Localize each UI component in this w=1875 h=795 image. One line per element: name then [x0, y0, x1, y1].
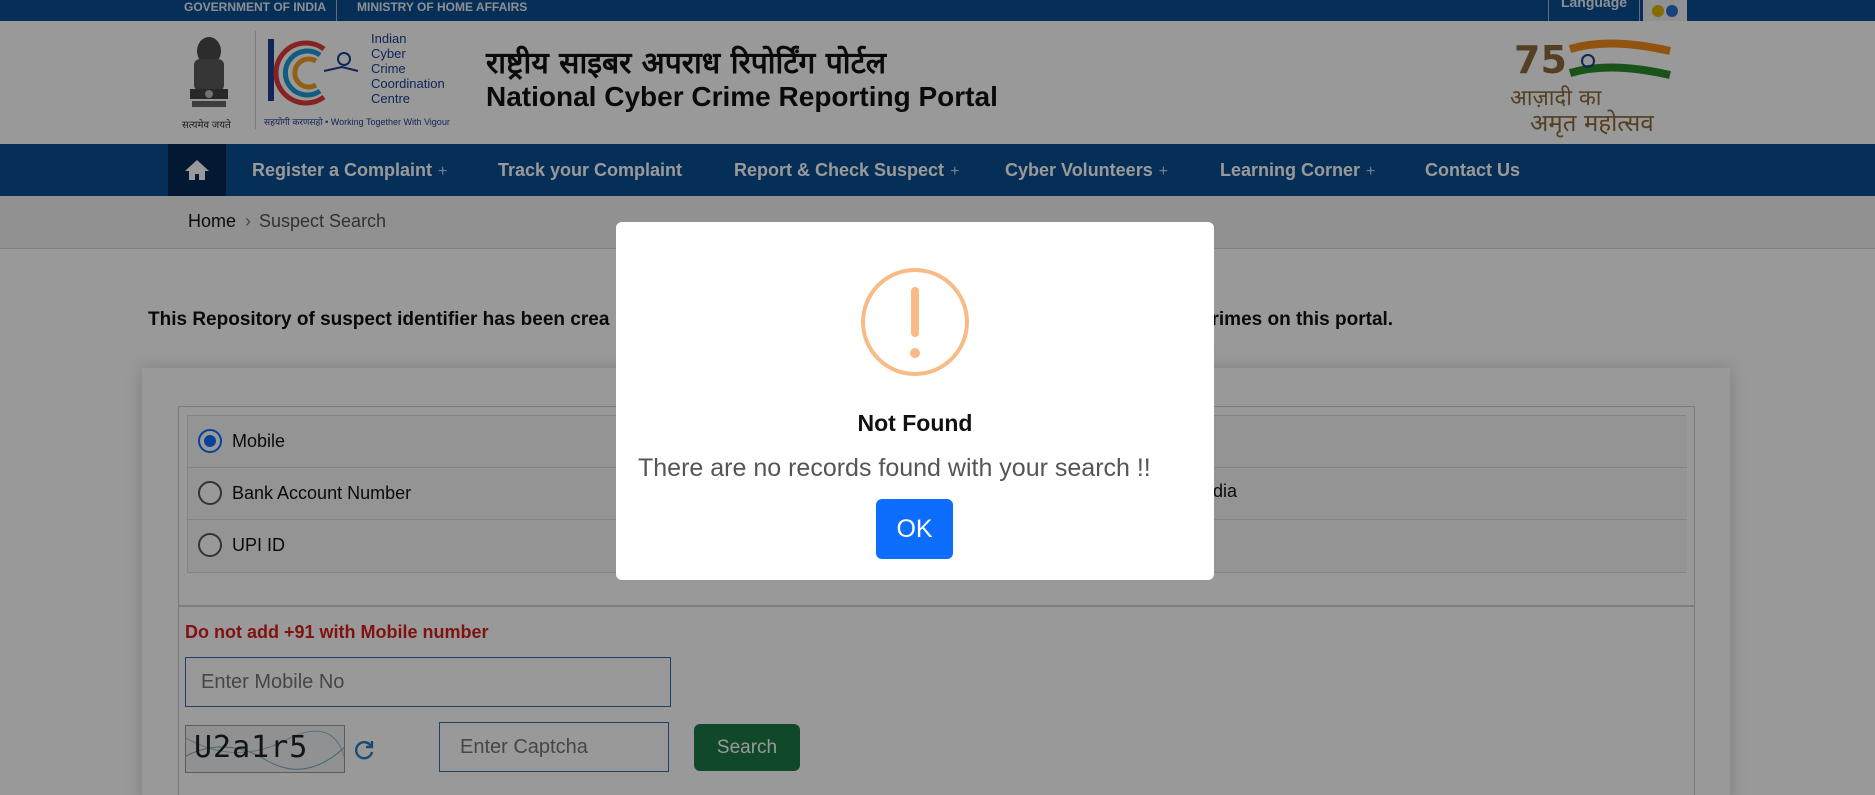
- dialog-message: There are no records found with your sea…: [638, 454, 1151, 482]
- warning-icon: [861, 268, 969, 376]
- ok-button[interactable]: OK: [876, 499, 953, 559]
- modal-backdrop[interactable]: Not Found There are no records found wit…: [0, 0, 1875, 795]
- not-found-dialog: Not Found There are no records found wit…: [616, 222, 1214, 580]
- dialog-title: Not Found: [857, 410, 973, 436]
